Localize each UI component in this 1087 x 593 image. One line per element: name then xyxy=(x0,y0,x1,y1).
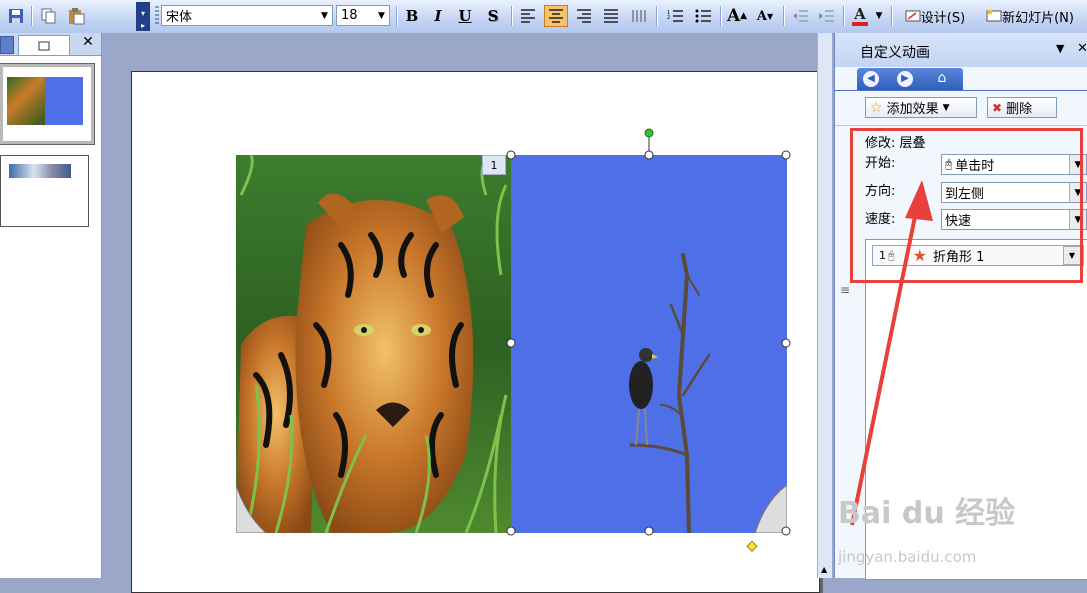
watermark-brand: Bai du 经验 xyxy=(838,496,1016,531)
watermark-url: jingyan.baidu.com xyxy=(838,548,977,566)
